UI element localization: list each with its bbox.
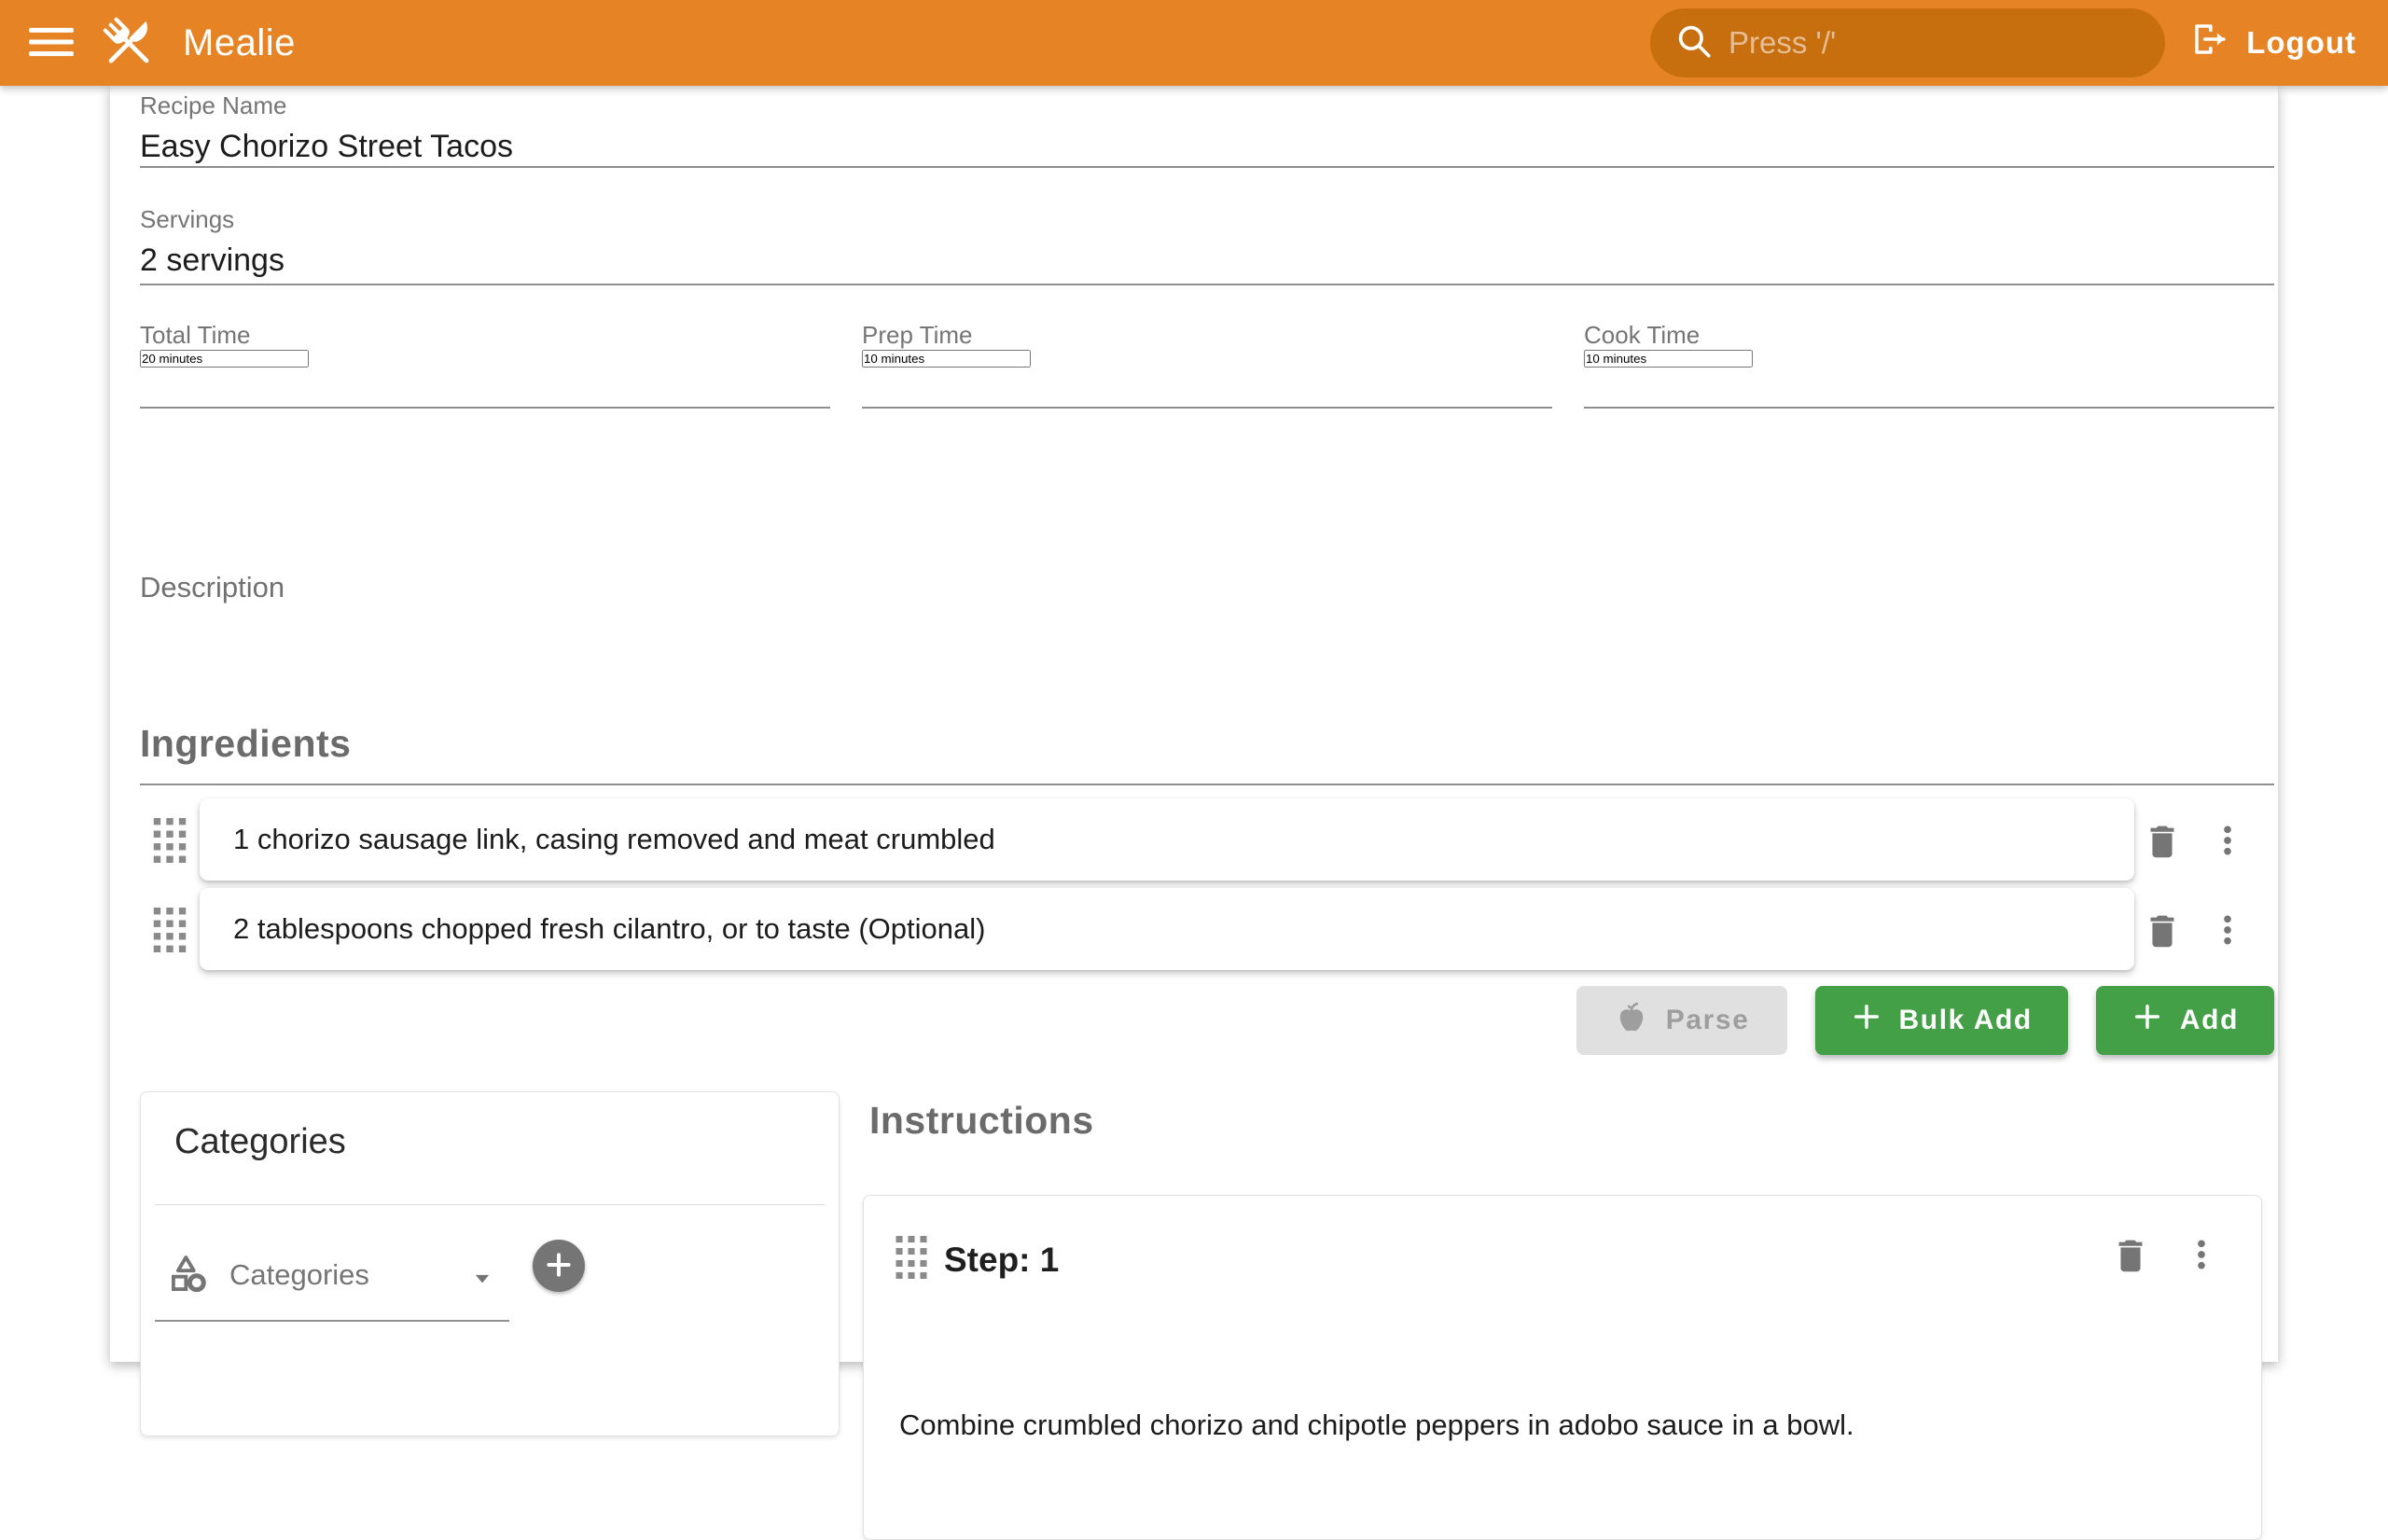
drag-handle[interactable] [151, 907, 188, 955]
shapes-icon [167, 1253, 210, 1298]
delete-step-button[interactable] [2104, 1229, 2157, 1282]
apple-icon [1614, 999, 1649, 1042]
cook-time-input[interactable] [1584, 350, 1753, 368]
logout-label: Logout [2246, 25, 2356, 61]
servings-field: Servings [140, 205, 2274, 285]
plus-icon [543, 1249, 575, 1283]
add-label: Add [2180, 1005, 2239, 1036]
step-menu-button[interactable] [2181, 1233, 2222, 1278]
cook-time-field: Cook Time [1584, 321, 2274, 409]
hamburger-icon [27, 21, 76, 65]
ingredients-heading: Ingredients [140, 722, 351, 766]
bulk-add-button[interactable]: Bulk Add [1815, 986, 2068, 1055]
prep-time-label: Prep Time [862, 321, 1552, 350]
cook-time-label: Cook Time [1584, 321, 2274, 350]
menu-button[interactable] [19, 10, 84, 76]
kebab-vertical-dots-icon [2183, 1234, 2220, 1278]
drag-dots-grid-icon [896, 1268, 927, 1282]
ingredient-row [110, 888, 2278, 974]
search-icon [1674, 21, 1714, 65]
app-title[interactable]: Mealie [183, 22, 296, 64]
logout-button[interactable]: Logout [2190, 0, 2356, 86]
drag-dots-grid-icon [153, 941, 187, 955]
delete-ingredient-button[interactable] [2136, 815, 2188, 867]
ingredient-row [110, 798, 2278, 884]
total-time-field: Total Time [140, 321, 830, 409]
app-bar: Mealie Logout [0, 0, 2388, 86]
categories-select-label: Categories [229, 1258, 369, 1292]
plus-icon [1851, 1001, 1882, 1040]
description-input[interactable] [140, 608, 2274, 776]
trash-icon [2141, 909, 2184, 954]
ingredient-actions-row: Parse Bulk Add Add [140, 985, 2274, 1056]
categories-select[interactable]: Categories [155, 1232, 509, 1322]
ingredient-input[interactable] [233, 823, 2101, 856]
search-field[interactable] [1650, 8, 2165, 77]
ingredient-input-card [200, 798, 2134, 881]
ingredient-input-card [200, 888, 2134, 970]
total-time-input[interactable] [140, 350, 309, 368]
kebab-vertical-dots-icon [2209, 820, 2246, 864]
categories-card: Categories Categories [140, 1091, 840, 1436]
servings-label: Servings [140, 205, 2274, 234]
chevron-down-icon [466, 1262, 498, 1297]
drag-dots-grid-icon [153, 852, 187, 866]
ingredient-menu-button[interactable] [2207, 909, 2248, 953]
recipe-name-field: Recipe Name [140, 91, 2274, 168]
plus-icon [2131, 1001, 2163, 1040]
step-card: Step: 1 Combine crumbled chorizo and chi… [863, 1195, 2262, 1540]
total-time-label: Total Time [140, 321, 830, 350]
parse-label: Parse [1666, 1005, 1750, 1036]
add-ingredient-button[interactable]: Add [2096, 986, 2274, 1055]
trash-icon [2109, 1233, 2152, 1279]
description-field: Description [140, 478, 2274, 785]
bulk-add-label: Bulk Add [1899, 1005, 2033, 1036]
recipe-name-label: Recipe Name [140, 91, 2274, 120]
divider [155, 1204, 825, 1205]
categories-title: Categories [174, 1122, 346, 1162]
time-fields-row: Total Time Prep Time Cook Time [140, 321, 2274, 409]
step-text[interactable]: Combine crumbled chorizo and chipotle pe… [899, 1405, 2224, 1445]
recipe-name-input[interactable] [140, 129, 2274, 165]
ingredient-input[interactable] [233, 912, 2101, 946]
ingredient-menu-button[interactable] [2207, 819, 2248, 864]
trash-icon [2141, 819, 2184, 865]
step-title: Step: 1 [944, 1241, 1059, 1280]
crossed-fork-knife-icon [99, 13, 159, 73]
drag-handle[interactable] [894, 1235, 929, 1282]
prep-time-field: Prep Time [862, 321, 1552, 409]
delete-ingredient-button[interactable] [2136, 905, 2188, 957]
logout-icon [2190, 20, 2229, 66]
servings-input[interactable] [140, 243, 2274, 279]
drag-handle[interactable] [151, 817, 188, 866]
add-category-button[interactable] [533, 1240, 585, 1292]
instructions-heading: Instructions [869, 1099, 1094, 1143]
prep-time-input[interactable] [862, 350, 1031, 368]
parse-button[interactable]: Parse [1576, 986, 1787, 1055]
search-input[interactable] [1729, 25, 2141, 61]
description-label: Description [140, 478, 2274, 604]
recipe-editor-card: Recipe Name Servings Total Time Prep Tim… [110, 86, 2278, 1362]
kebab-vertical-dots-icon [2209, 909, 2246, 953]
